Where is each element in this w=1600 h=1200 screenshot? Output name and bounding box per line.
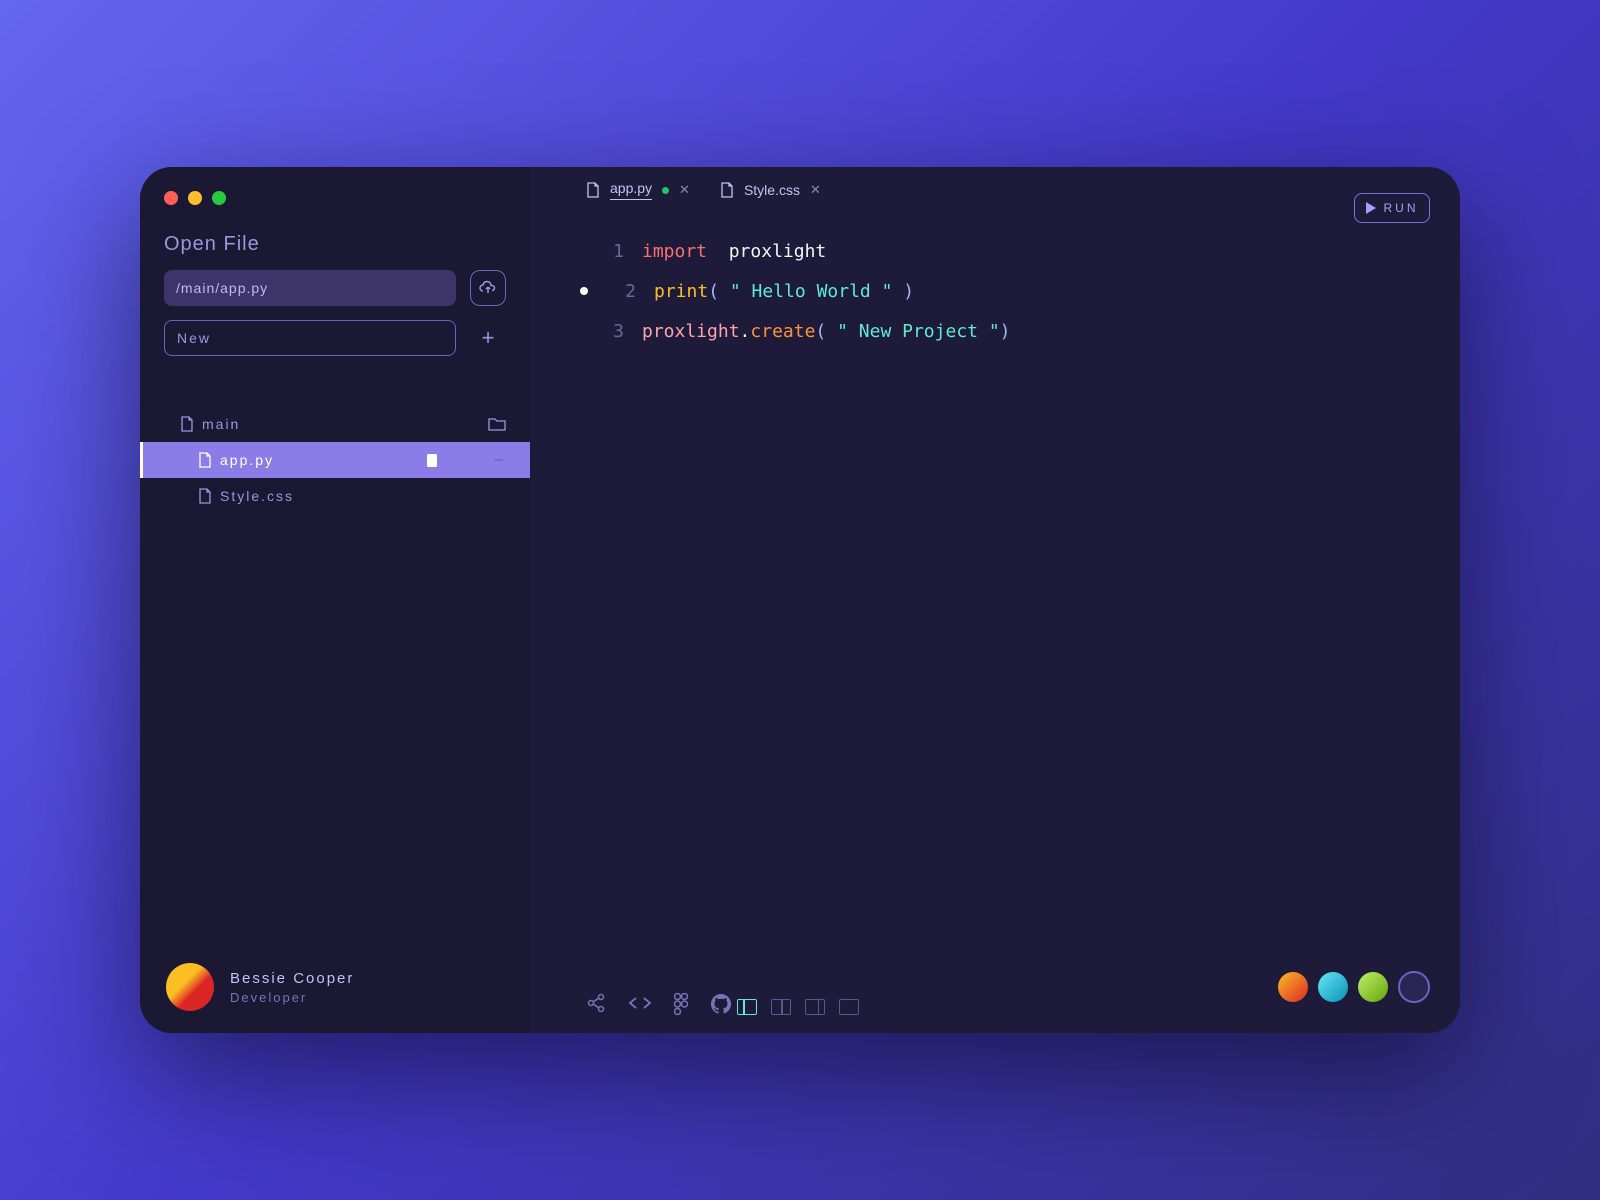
tree-folder-main[interactable]: main (140, 406, 530, 442)
line-number: 2 (612, 281, 636, 302)
collaborator-avatar[interactable] (1278, 972, 1308, 1002)
tree-file-app-py[interactable]: app.py − (140, 442, 530, 478)
plus-icon: + (482, 325, 495, 351)
tab-close-button[interactable]: ✕ (810, 182, 821, 198)
collaborator-avatar[interactable] (1318, 972, 1348, 1002)
minimize-window-button[interactable] (188, 191, 202, 205)
run-button[interactable]: RUN (1354, 193, 1430, 223)
play-icon (1366, 202, 1376, 214)
tab-app-py[interactable]: app.py ✕ (580, 176, 696, 204)
run-label: RUN (1384, 201, 1419, 215)
app-window: Open File /main/app.py New + main (140, 167, 1460, 1033)
new-file-input[interactable]: New (164, 320, 456, 356)
page-icon (427, 454, 437, 467)
file-label: app.py (220, 452, 274, 468)
tab-label: Style.css (744, 182, 800, 198)
file-icon (720, 182, 734, 198)
collaborator-avatar[interactable] (1358, 972, 1388, 1002)
tree-file-style-css[interactable]: Style.css (140, 478, 530, 514)
file-icon (586, 182, 600, 198)
collaborators (1278, 971, 1430, 1003)
github-icon[interactable] (710, 993, 732, 1015)
figma-icon[interactable] (674, 993, 688, 1015)
toolbar-actions (586, 993, 732, 1015)
folder-label: main (202, 416, 240, 432)
layout-left-panel-button[interactable] (737, 999, 757, 1015)
modified-indicator-icon (662, 187, 669, 194)
upload-button[interactable] (470, 270, 506, 306)
line-number: 3 (600, 321, 624, 342)
share-icon[interactable] (586, 993, 606, 1013)
code-line: 2 print( " Hello World " ) (580, 271, 1410, 311)
code-line: 3 proxlight.create( " New Project ") (580, 311, 1410, 351)
user-role: Developer (230, 990, 354, 1005)
status-bar: Bessie Cooper Developer (166, 963, 1430, 1011)
editor-pane: app.py ✕ Style.css ✕ RUN 1 import proxli… (530, 167, 1460, 1033)
user-name: Bessie Cooper (230, 970, 354, 987)
maximize-window-button[interactable] (212, 191, 226, 205)
file-tree: main app.py − Style.css (140, 406, 530, 514)
tab-label: app.py (610, 180, 652, 200)
code-icon[interactable] (628, 993, 652, 1013)
add-collaborator-button[interactable] (1398, 971, 1430, 1003)
file-icon (198, 452, 212, 468)
add-file-button[interactable]: + (470, 320, 506, 356)
window-controls (140, 191, 530, 205)
tab-bar: app.py ✕ Style.css ✕ (530, 167, 1460, 213)
current-user[interactable]: Bessie Cooper Developer (166, 963, 354, 1011)
layout-split-button[interactable] (771, 999, 791, 1015)
minus-icon[interactable]: − (493, 450, 506, 471)
tab-close-button[interactable]: ✕ (679, 182, 690, 198)
folder-icon (488, 416, 506, 432)
file-icon (198, 488, 212, 504)
file-path-input[interactable]: /main/app.py (164, 270, 456, 306)
code-editor[interactable]: 1 import proxlight 2 print( " Hello Worl… (530, 213, 1460, 1033)
avatar (166, 963, 214, 1011)
line-number: 1 (600, 241, 624, 262)
layout-single-button[interactable] (839, 999, 859, 1015)
open-file-heading: Open File (140, 233, 530, 256)
cloud-upload-icon (479, 280, 497, 296)
breakpoint-icon[interactable] (580, 287, 588, 295)
code-line: 1 import proxlight (580, 231, 1410, 271)
layout-toggles (737, 999, 859, 1015)
layout-right-panel-button[interactable] (805, 999, 825, 1015)
sidebar: Open File /main/app.py New + main (140, 167, 530, 1033)
tab-style-css[interactable]: Style.css ✕ (714, 178, 827, 202)
close-window-button[interactable] (164, 191, 178, 205)
file-label: Style.css (220, 488, 294, 504)
file-icon (180, 416, 194, 432)
